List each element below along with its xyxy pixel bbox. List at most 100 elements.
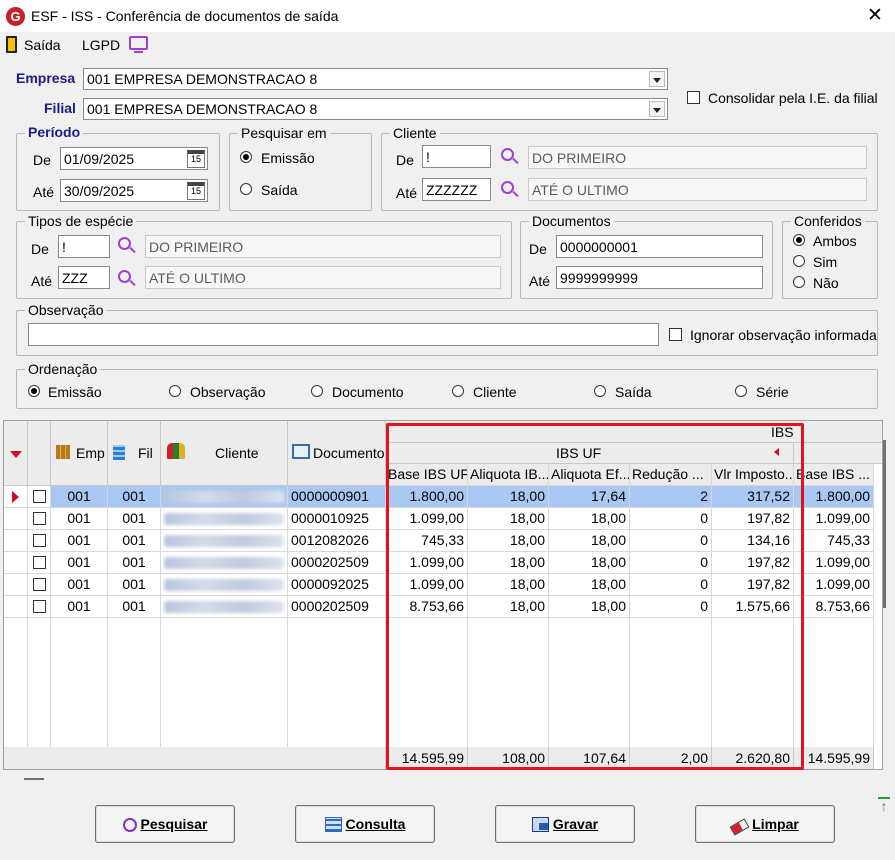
- consulta-label: Consulta: [345, 816, 406, 832]
- documentos-de-input[interactable]: 0000000001: [556, 235, 763, 258]
- radio-ord-serie[interactable]: [735, 385, 747, 397]
- search-icon[interactable]: [501, 148, 514, 161]
- header-indicator[interactable]: [4, 421, 28, 486]
- cell-emp[interactable]: 001: [51, 596, 108, 618]
- radio-ord-cliente[interactable]: [452, 385, 464, 397]
- consolidar-checkbox[interactable]: [687, 91, 700, 104]
- subheader-5[interactable]: Base IBS ...: [794, 464, 874, 486]
- cell-emp[interactable]: 001: [51, 486, 108, 508]
- cell-cliente-redacted[interactable]: [161, 596, 288, 618]
- row-indicator[interactable]: [4, 530, 28, 552]
- pesquisar-button[interactable]: Pesquisar: [95, 805, 235, 843]
- row-indicator[interactable]: [4, 486, 28, 508]
- scroll-top-icon[interactable]: ↑: [878, 797, 890, 813]
- calendar-icon[interactable]: 15: [187, 182, 205, 200]
- cell-base2[interactable]: 1.099,00: [794, 552, 874, 574]
- cell-fil[interactable]: 001: [108, 530, 161, 552]
- cell-emp[interactable]: 001: [51, 552, 108, 574]
- periodo-de-input[interactable]: 01/09/2025: [60, 147, 208, 170]
- radio-sim[interactable]: [793, 255, 805, 267]
- cell-cliente-redacted[interactable]: [161, 508, 288, 530]
- calendar-icon[interactable]: 15: [187, 150, 205, 168]
- cell-base2[interactable]: 745,33: [794, 530, 874, 552]
- periodo-title: Período: [25, 124, 84, 140]
- grid-scrollbar[interactable]: [883, 440, 886, 608]
- gravar-button[interactable]: Gravar: [495, 805, 635, 843]
- empresa-select[interactable]: 001 EMPRESA DEMONSTRACAO 8: [83, 68, 668, 90]
- cell-documento[interactable]: 0012082026: [288, 530, 386, 552]
- radio-ord-saida[interactable]: [594, 385, 606, 397]
- cliente-de-input[interactable]: !: [422, 145, 491, 168]
- search-icon[interactable]: [118, 270, 131, 283]
- radio-saida[interactable]: [240, 183, 252, 195]
- especie-de-input[interactable]: !: [58, 235, 110, 258]
- especie-ate-input[interactable]: ZZZ: [58, 266, 110, 289]
- row-checkbox[interactable]: [33, 556, 46, 569]
- monitor-icon[interactable]: [129, 36, 148, 50]
- cell-base2[interactable]: 1.800,00: [794, 486, 874, 508]
- row-checkbox[interactable]: [33, 600, 46, 613]
- cell-emp[interactable]: 001: [51, 574, 108, 596]
- cell-documento[interactable]: 0000202509: [288, 552, 386, 574]
- close-button[interactable]: ✕: [860, 2, 890, 30]
- cell-emp[interactable]: 001: [51, 508, 108, 530]
- cell-documento[interactable]: 0000010925: [288, 508, 386, 530]
- menu-saida[interactable]: Saída: [24, 37, 61, 53]
- search-icon[interactable]: [501, 181, 514, 194]
- cell-fil[interactable]: 001: [108, 508, 161, 530]
- documentos-ate-input[interactable]: 9999999999: [556, 266, 763, 289]
- row-checkbox[interactable]: [33, 490, 46, 503]
- table-row-checkbox-cell[interactable]: [28, 596, 51, 618]
- table-row-checkbox-cell[interactable]: [28, 486, 51, 508]
- search-icon[interactable]: [118, 237, 131, 250]
- table-row-checkbox-cell[interactable]: [28, 530, 51, 552]
- table-row-checkbox-cell[interactable]: [28, 574, 51, 596]
- radio-emissao[interactable]: [240, 151, 252, 163]
- cell-fil[interactable]: 001: [108, 574, 161, 596]
- menu-lgpd[interactable]: LGPD: [82, 37, 120, 53]
- header-documento[interactable]: Documento: [288, 421, 386, 486]
- cell-fil[interactable]: 001: [108, 552, 161, 574]
- periodo-ate-input[interactable]: 30/09/2025: [60, 179, 208, 202]
- cell-base2[interactable]: 1.099,00: [794, 574, 874, 596]
- cell-base2[interactable]: 8.753,66: [794, 596, 874, 618]
- ignorar-observacao-checkbox[interactable]: [669, 328, 682, 341]
- row-indicator[interactable]: [4, 596, 28, 618]
- cell-cliente-redacted[interactable]: [161, 530, 288, 552]
- monitor-stand: [134, 51, 143, 53]
- splitter-handle[interactable]: [24, 778, 44, 780]
- cell-cliente-redacted[interactable]: [161, 574, 288, 596]
- cell-fil[interactable]: 001: [108, 486, 161, 508]
- header-emp[interactable]: Emp: [51, 421, 108, 486]
- documentos-ate-label: Até: [529, 273, 551, 289]
- radio-nao[interactable]: [793, 276, 805, 288]
- limpar-button[interactable]: Limpar: [695, 805, 835, 843]
- table-row-checkbox-cell[interactable]: [28, 508, 51, 530]
- row-indicator[interactable]: [4, 552, 28, 574]
- radio-ord-emissao[interactable]: [28, 385, 40, 397]
- row-indicator[interactable]: [4, 574, 28, 596]
- cell-cliente-redacted[interactable]: [161, 486, 288, 508]
- radio-ord-documento[interactable]: [311, 385, 323, 397]
- header-fil[interactable]: Fil: [108, 421, 161, 486]
- table-row-checkbox-cell[interactable]: [28, 552, 51, 574]
- row-checkbox[interactable]: [33, 578, 46, 591]
- cell-documento[interactable]: 0000000901: [288, 486, 386, 508]
- observacao-input[interactable]: [28, 323, 659, 346]
- radio-ord-observacao[interactable]: [169, 385, 181, 397]
- consulta-button[interactable]: Consulta: [295, 805, 435, 843]
- header-cliente[interactable]: Cliente: [161, 421, 288, 486]
- cell-base2[interactable]: 1.099,00: [794, 508, 874, 530]
- row-indicator[interactable]: [4, 508, 28, 530]
- header-check[interactable]: [28, 421, 51, 486]
- cell-documento[interactable]: 0000092025: [288, 574, 386, 596]
- cell-fil[interactable]: 001: [108, 596, 161, 618]
- cell-emp[interactable]: 001: [51, 530, 108, 552]
- cell-cliente-redacted[interactable]: [161, 552, 288, 574]
- filial-select[interactable]: 001 EMPRESA DEMONSTRACAO 8: [83, 98, 668, 120]
- row-checkbox[interactable]: [33, 512, 46, 525]
- row-checkbox[interactable]: [33, 534, 46, 547]
- cliente-ate-input[interactable]: ZZZZZZ: [422, 178, 491, 201]
- radio-ambos[interactable]: [793, 234, 805, 246]
- cell-documento[interactable]: 0000202509: [288, 596, 386, 618]
